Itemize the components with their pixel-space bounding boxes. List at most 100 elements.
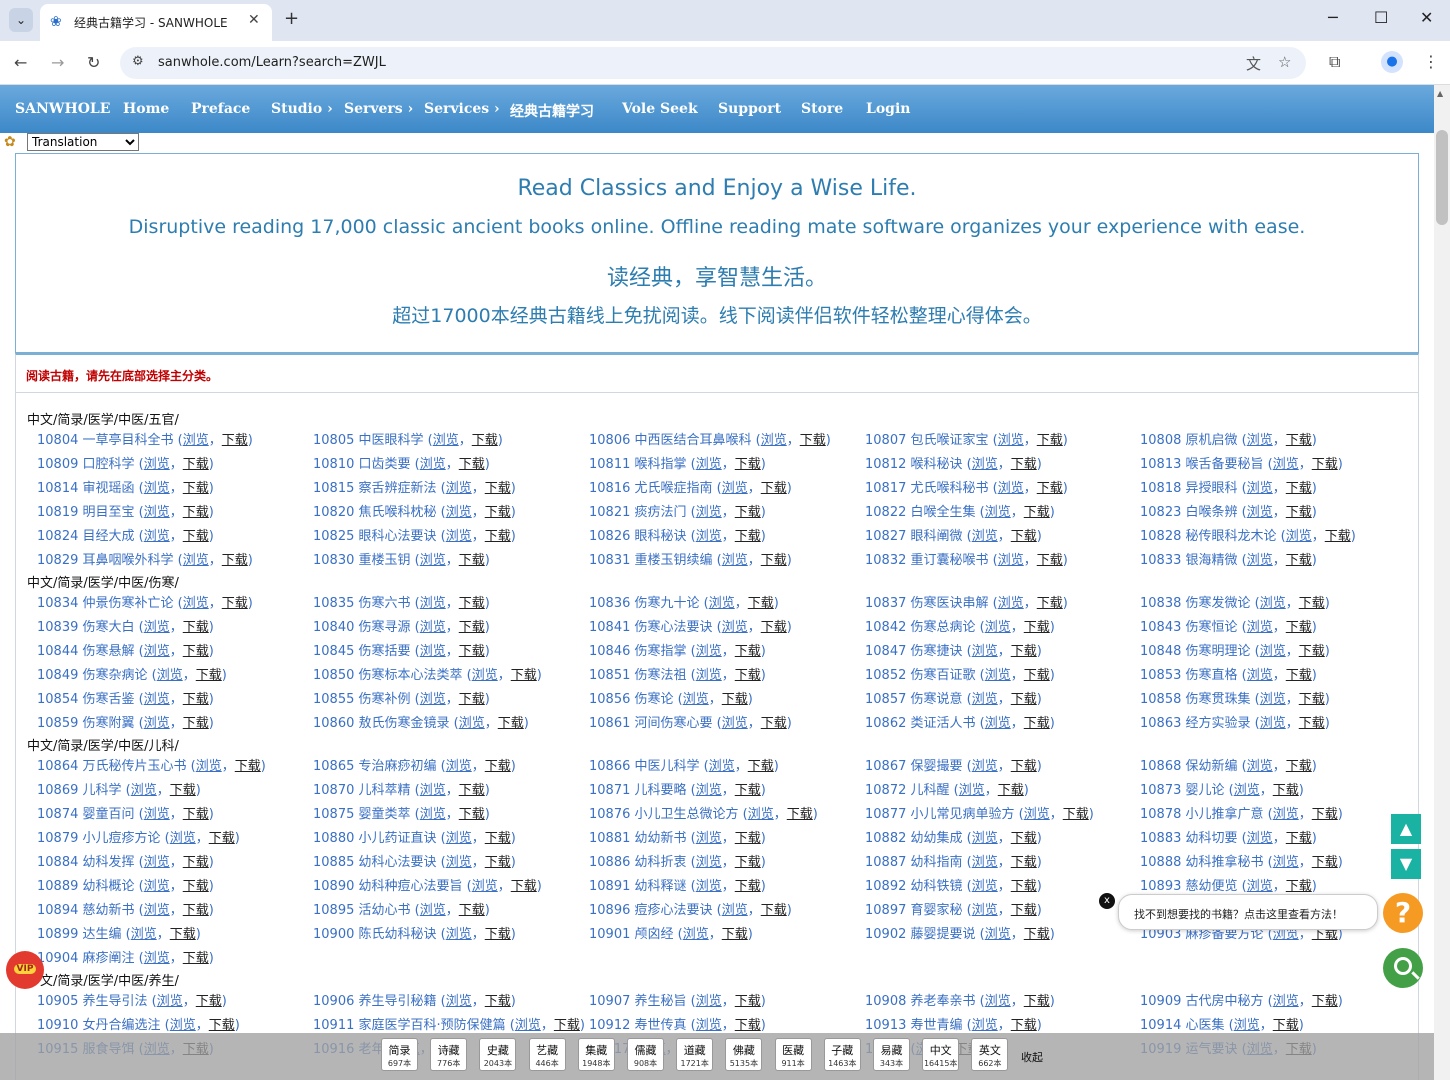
download-link[interactable]: 下载 — [459, 903, 485, 918]
book-title-link[interactable]: 10896 痘疹心法要诀 — [589, 903, 713, 918]
download-link[interactable]: 下载 — [735, 994, 761, 1009]
browse-link[interactable]: 浏览 — [420, 807, 446, 822]
book-title-link[interactable]: 10883 幼科切要 — [1140, 831, 1238, 846]
book-title-link[interactable]: 10853 伤寒直格 — [1140, 668, 1238, 683]
download-link[interactable]: 下载 — [235, 759, 261, 774]
browse-link[interactable]: 浏览 — [972, 903, 998, 918]
book-title-link[interactable]: 10872 儿科醒 — [865, 783, 950, 798]
new-tab-icon[interactable]: + — [284, 8, 299, 29]
download-link[interactable]: 下载 — [459, 692, 485, 707]
download-link[interactable]: 下载 — [183, 529, 209, 544]
browse-link[interactable]: 浏览 — [420, 783, 446, 798]
book-title-link[interactable]: 10899 达生编 — [37, 927, 122, 942]
browser-tab[interactable]: ❀ 经典古籍学习 - SANWHOLE ✕ — [40, 4, 272, 41]
book-title-link[interactable]: 10842 伤寒总病论 — [865, 620, 976, 635]
nav-studio[interactable]: Studio › — [271, 101, 333, 117]
download-link[interactable]: 下载 — [170, 927, 196, 942]
nav-services[interactable]: Services › — [424, 101, 500, 117]
browse-link[interactable]: 浏览 — [972, 529, 998, 544]
category-button[interactable]: 中文 16415本 — [922, 1038, 960, 1071]
browse-link[interactable]: 浏览 — [433, 433, 459, 448]
browse-link[interactable]: 浏览 — [144, 529, 170, 544]
browse-link[interactable]: 浏览 — [183, 553, 209, 568]
book-title-link[interactable]: 10850 伤寒标本心法类萃 — [313, 668, 463, 683]
browse-link[interactable]: 浏览 — [446, 759, 472, 774]
download-link[interactable]: 下载 — [222, 553, 248, 568]
browse-link[interactable]: 浏览 — [709, 759, 735, 774]
book-title-link[interactable]: 10905 养生导引法 — [37, 994, 148, 1009]
book-title-link[interactable]: 10886 幼科折衷 — [589, 855, 687, 870]
browse-link[interactable]: 浏览 — [972, 457, 998, 472]
browse-link[interactable]: 浏览 — [1024, 807, 1050, 822]
book-title-link[interactable]: 10901 颅囟经 — [589, 927, 674, 942]
book-title-link[interactable]: 10875 婴童类萃 — [313, 807, 411, 822]
browse-link[interactable]: 浏览 — [998, 481, 1024, 496]
book-title-link[interactable]: 10913 寿世青编 — [865, 1018, 963, 1033]
vip-badge[interactable]: VIP — [6, 951, 44, 989]
book-title-link[interactable]: 10834 仲景伤寒补亡论 — [37, 596, 174, 611]
download-link[interactable]: 下载 — [735, 1018, 761, 1033]
book-title-link[interactable]: 10907 养生秘旨 — [589, 994, 687, 1009]
book-title-link[interactable]: 10892 幼科铁镜 — [865, 879, 963, 894]
browse-link[interactable]: 浏览 — [144, 505, 170, 520]
browse-link[interactable]: 浏览 — [515, 1018, 541, 1033]
browse-link[interactable]: 浏览 — [985, 716, 1011, 731]
browse-link[interactable]: 浏览 — [959, 783, 985, 798]
download-link[interactable]: 下载 — [511, 668, 537, 683]
browse-link[interactable]: 浏览 — [722, 620, 748, 635]
browse-link[interactable]: 浏览 — [683, 927, 709, 942]
browse-link[interactable]: 浏览 — [144, 879, 170, 894]
download-link[interactable]: 下载 — [209, 831, 235, 846]
download-link[interactable]: 下载 — [1037, 433, 1063, 448]
close-window-icon[interactable]: ✕ — [1420, 8, 1433, 27]
book-title-link[interactable]: 10889 幼科概论 — [37, 879, 135, 894]
download-link[interactable]: 下载 — [1063, 807, 1089, 822]
download-link[interactable]: 下载 — [1286, 668, 1312, 683]
book-title-link[interactable]: 10861 河间伤寒心要 — [589, 716, 713, 731]
download-link[interactable]: 下载 — [1299, 644, 1325, 659]
book-title-link[interactable]: 10891 幼科释谜 — [589, 879, 687, 894]
browse-link[interactable]: 浏览 — [985, 620, 1011, 635]
browse-link[interactable]: 浏览 — [420, 903, 446, 918]
browse-link[interactable]: 浏览 — [446, 927, 472, 942]
nav-classics[interactable]: 经典古籍学习 — [510, 101, 594, 121]
category-button[interactable]: 史藏 2043本 — [479, 1038, 517, 1071]
download-link[interactable]: 下载 — [183, 879, 209, 894]
book-title-link[interactable]: 10873 婴儿论 — [1140, 783, 1225, 798]
book-title-link[interactable]: 10870 儿科萃精 — [313, 783, 411, 798]
download-link[interactable]: 下载 — [1011, 692, 1037, 707]
search-magnifier-button[interactable] — [1383, 948, 1423, 988]
browse-link[interactable]: 浏览 — [459, 716, 485, 731]
download-link[interactable]: 下载 — [1299, 596, 1325, 611]
download-link[interactable]: 下载 — [183, 481, 209, 496]
download-link[interactable]: 下载 — [554, 1018, 580, 1033]
download-link[interactable]: 下载 — [1286, 879, 1312, 894]
download-link[interactable]: 下载 — [1312, 994, 1338, 1009]
book-title-link[interactable]: 10900 陈氏幼科秘诀 — [313, 927, 437, 942]
nav-support[interactable]: Support — [718, 101, 781, 117]
download-link[interactable]: 下载 — [183, 692, 209, 707]
download-link[interactable]: 下载 — [459, 620, 485, 635]
download-link[interactable]: 下载 — [1273, 783, 1299, 798]
browse-link[interactable]: 浏览 — [144, 903, 170, 918]
download-link[interactable]: 下载 — [1286, 831, 1312, 846]
book-title-link[interactable]: 10874 婴童百问 — [37, 807, 135, 822]
book-title-link[interactable]: 10832 重订囊秘喉书 — [865, 553, 989, 568]
book-title-link[interactable]: 10881 幼幼新书 — [589, 831, 687, 846]
browse-link[interactable]: 浏览 — [144, 716, 170, 731]
menu-kebab-icon[interactable]: ⋮ — [1423, 52, 1439, 71]
browse-link[interactable]: 浏览 — [761, 433, 787, 448]
book-title-link[interactable]: 10841 伤寒心法要诀 — [589, 620, 713, 635]
book-title-link[interactable]: 10895 活幼心书 — [313, 903, 411, 918]
download-link[interactable]: 下载 — [485, 855, 511, 870]
book-title-link[interactable]: 10825 眼科心法要诀 — [313, 529, 437, 544]
download-link[interactable]: 下载 — [1037, 481, 1063, 496]
book-title-link[interactable]: 10846 伤寒指掌 — [589, 644, 687, 659]
browse-link[interactable]: 浏览 — [131, 783, 157, 798]
book-title-link[interactable]: 10829 耳鼻咽喉外科学 — [37, 553, 174, 568]
browse-link[interactable]: 浏览 — [972, 759, 998, 774]
book-title-link[interactable]: 10904 麻疹阐注 — [37, 951, 135, 966]
download-link[interactable]: 下载 — [761, 553, 787, 568]
download-link[interactable]: 下载 — [761, 620, 787, 635]
book-title-link[interactable]: 10809 口腔科学 — [37, 457, 135, 472]
